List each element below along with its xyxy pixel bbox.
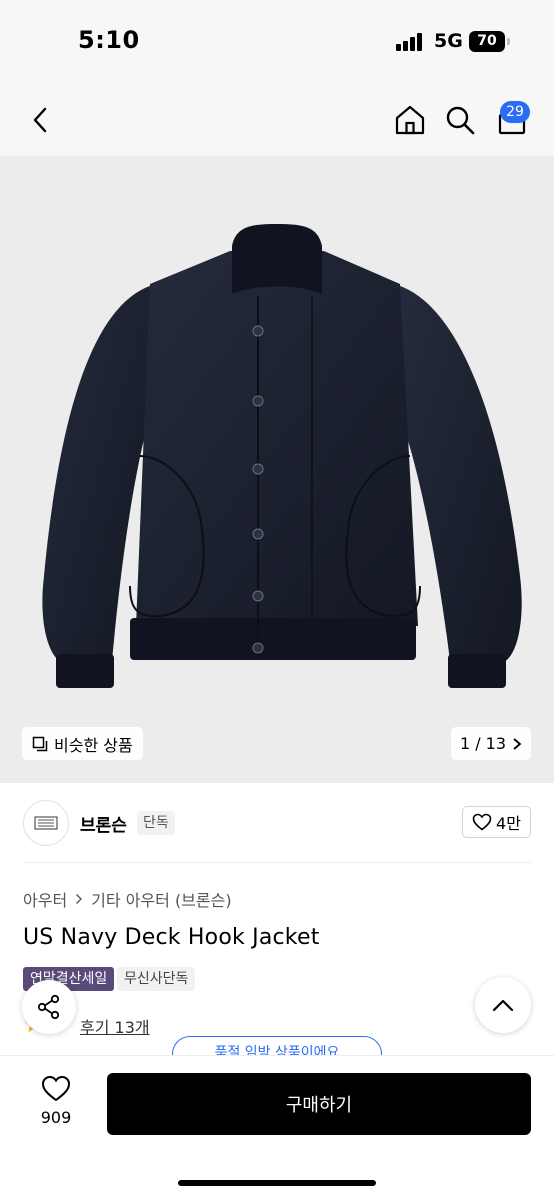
review-count-link[interactable]: 후기 13개 [80,1014,150,1038]
similar-products-label: 비슷한 상품 [54,735,133,755]
wishlist-button[interactable]: 909 [28,1075,84,1135]
network-label: 5G [434,30,463,52]
product-image[interactable] [0,156,554,783]
brand-like-count: 4만 [496,814,521,833]
search-button[interactable] [440,100,480,140]
back-button[interactable] [20,100,60,140]
product-title: US Navy Deck Hook Jacket [23,925,320,950]
brand-logo[interactable] [23,800,69,846]
brand-logo-image [34,816,58,830]
brand-name[interactable]: 브론슨 [80,811,127,836]
search-icon [446,106,475,135]
home-indicator [178,1180,376,1186]
heart-icon [41,1075,71,1102]
wishlist-count: 909 [40,1108,72,1127]
heart-icon [472,813,492,831]
image-pager[interactable]: 1 / 13 [451,727,531,760]
status-bar: 5:10 5G 70 [0,0,554,84]
signal-icon [396,33,426,51]
brand-like-button[interactable]: 4만 [462,806,531,838]
share-button[interactable] [22,980,76,1034]
battery-tip [507,38,510,45]
chevron-up-icon [492,999,514,1012]
breadcrumb-level2[interactable]: 기타 아우터 (브론슨) [91,887,231,911]
scroll-top-button[interactable] [475,977,531,1033]
chevron-right-icon [513,737,522,750]
breadcrumb-level1[interactable]: 아우터 [23,887,67,911]
copy-icon [32,736,48,751]
divider [23,862,531,863]
brand-exclusive-tag: 단독 [137,811,175,835]
pager-label: 1 / 13 [459,734,507,753]
status-time: 5:10 [78,26,140,54]
cart-count-badge: 29 [500,101,530,123]
breadcrumb: 아우터 기타 아우터 (브론슨) [23,887,232,911]
nav-bar [0,84,554,156]
home-icon [395,105,425,135]
battery-icon: 70 [469,31,505,52]
chevron-left-icon [33,107,47,133]
exclusive-tag: 무신사단독 [117,967,196,991]
jacket-image [42,224,522,688]
home-button[interactable] [390,100,430,140]
chevron-right-icon [76,894,83,904]
buy-button[interactable]: 구매하기 [107,1073,531,1135]
share-icon [37,994,60,1020]
similar-products-button[interactable]: 비슷한 상품 [22,727,143,760]
